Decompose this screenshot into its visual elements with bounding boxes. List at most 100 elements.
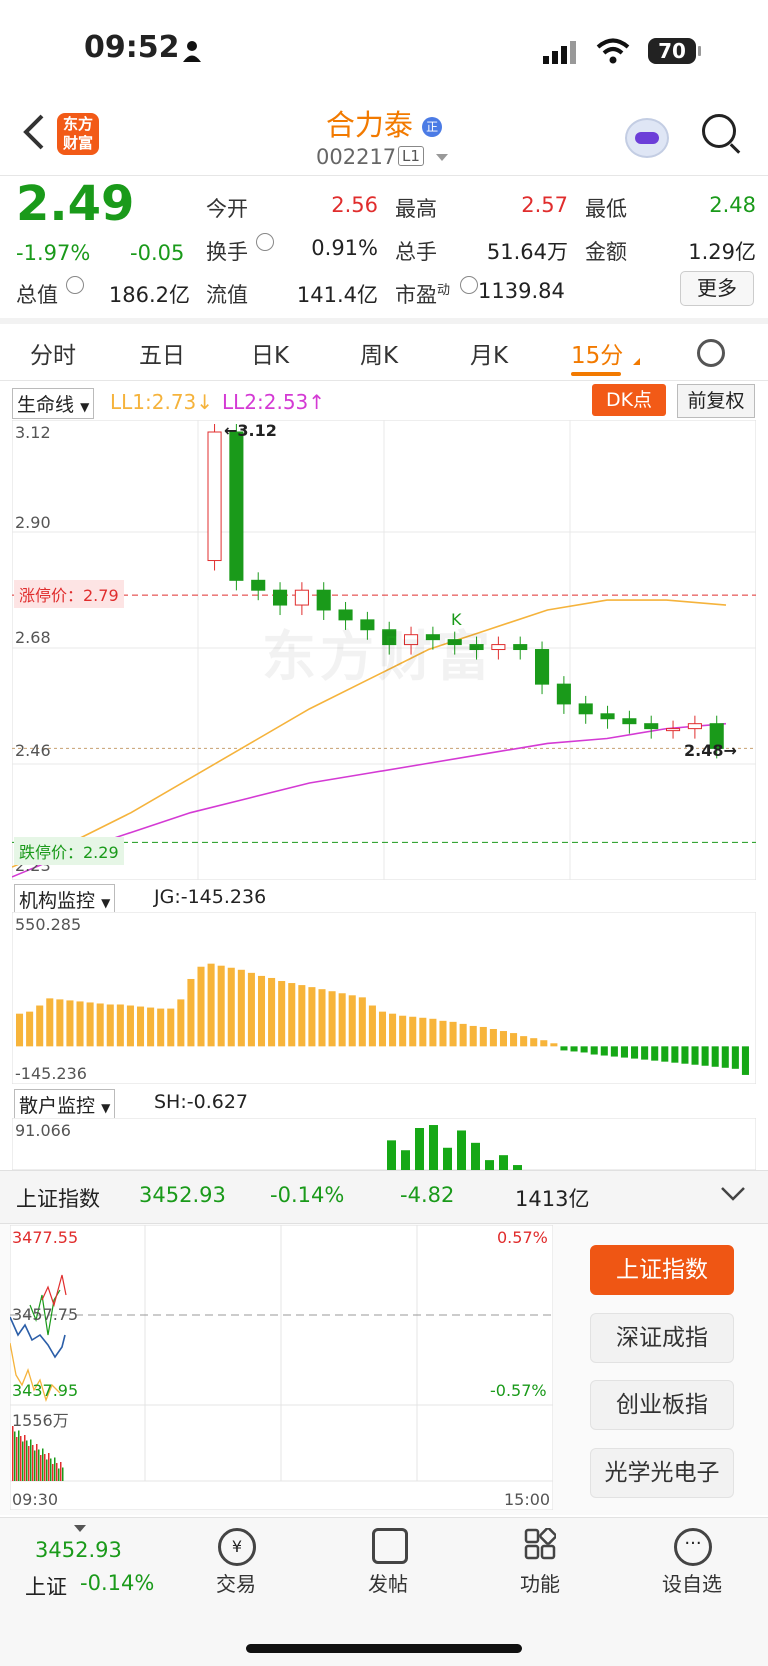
- info-icon[interactable]: [460, 276, 478, 294]
- index-volume-bar: [50, 1458, 52, 1481]
- pe-value: 1139.84: [478, 279, 565, 303]
- jg-bar: [459, 1023, 467, 1047]
- nav-watchlist[interactable]: 设自选: [642, 1568, 742, 1597]
- sh-top-label: 91.066: [15, 1121, 71, 1140]
- index-volume: 1556万: [12, 1411, 69, 1430]
- turnover-label: 换手: [206, 240, 248, 264]
- jg-bar: [520, 1036, 528, 1047]
- jg-bar: [711, 1046, 719, 1067]
- search-icon[interactable]: [702, 114, 736, 148]
- candle: [251, 579, 266, 591]
- index-button-sz[interactable]: 深证成指: [590, 1313, 734, 1363]
- collapse-icon[interactable]: [720, 1186, 746, 1206]
- battery-icon: 70: [648, 38, 696, 64]
- dk-point-button[interactable]: DK点: [592, 384, 666, 416]
- jg-bar: [409, 1016, 417, 1047]
- candle: [622, 718, 637, 725]
- index-volume-bar: [54, 1457, 56, 1481]
- index-volume-bar: [42, 1448, 44, 1481]
- info-icon[interactable]: [256, 233, 274, 251]
- jg-bar: [237, 969, 245, 1047]
- jg-bar: [701, 1046, 709, 1066]
- jg-bar: [348, 995, 356, 1047]
- index-volume-bar: [16, 1437, 18, 1481]
- index-y-high: 3477.55: [12, 1228, 79, 1247]
- jg-bar: [651, 1046, 659, 1061]
- sh-bar: [457, 1130, 466, 1170]
- sh-bar: [429, 1125, 438, 1170]
- candle: [535, 649, 550, 685]
- gear-icon[interactable]: [697, 339, 725, 367]
- tab-weekly-k[interactable]: 周K: [360, 336, 398, 370]
- jg-bar: [247, 972, 255, 1047]
- index-button-cyb[interactable]: 创业板指: [590, 1380, 734, 1430]
- person-icon: [182, 40, 202, 62]
- jg-bar: [116, 1004, 124, 1047]
- jg-bar: [681, 1046, 689, 1064]
- jg-bar: [358, 997, 366, 1047]
- low-label: 最低: [585, 197, 627, 221]
- jg-bar: [167, 1008, 175, 1047]
- jg-bar: [419, 1017, 427, 1047]
- chevron-down-icon[interactable]: [436, 154, 448, 161]
- sh-bar: [387, 1140, 396, 1170]
- info-icon[interactable]: [66, 276, 84, 294]
- volume-label: 总手: [395, 240, 437, 264]
- index-volume-bar: [60, 1462, 62, 1481]
- index-mini-chart[interactable]: [10, 1225, 553, 1510]
- nav-function[interactable]: 功能: [490, 1568, 590, 1597]
- stock-name-text: 合力泰: [325, 108, 413, 142]
- candle: [578, 703, 593, 715]
- signal-icon: [543, 40, 577, 68]
- jg-bar: [298, 985, 306, 1047]
- jg-bar: [530, 1038, 538, 1047]
- index-volume-bar: [56, 1463, 58, 1481]
- index-price: 3452.93: [139, 1183, 226, 1207]
- tab-15min[interactable]: 15分: [571, 336, 623, 370]
- index-button-sh[interactable]: 上证指数: [590, 1245, 734, 1295]
- jg-bar: [257, 975, 266, 1047]
- candle: [294, 589, 309, 606]
- more-button[interactable]: 更多: [680, 271, 754, 306]
- nav-trade[interactable]: 交易: [186, 1568, 286, 1597]
- sh-bar: [443, 1147, 452, 1170]
- trade-icon[interactable]: ¥: [218, 1528, 256, 1566]
- jg-bar: [399, 1015, 407, 1047]
- index-button-sector[interactable]: 光学光电子: [590, 1448, 734, 1498]
- jg-bar: [610, 1046, 618, 1057]
- tab-five-day[interactable]: 五日: [139, 336, 185, 370]
- jg-bar: [429, 1018, 437, 1047]
- index-volume-bar: [62, 1467, 64, 1481]
- index-volume-bar: [26, 1440, 28, 1481]
- tab-monthly-k[interactable]: 月K: [470, 336, 508, 370]
- jg-bar: [268, 977, 276, 1047]
- adjust-mode-button[interactable]: 前复权: [677, 384, 755, 418]
- index-volume-bar: [38, 1449, 40, 1481]
- jg-bar: [641, 1046, 649, 1060]
- post-icon[interactable]: [372, 1528, 408, 1564]
- index-pct-high: 0.57%: [497, 1228, 548, 1247]
- assistant-avatar-icon[interactable]: [625, 118, 669, 158]
- nav-post[interactable]: 发帖: [338, 1568, 438, 1597]
- jg-bar: [580, 1046, 588, 1053]
- jg-bar: [328, 991, 336, 1047]
- jg-bar: [489, 1028, 497, 1047]
- nav-index-price[interactable]: 3452.93: [35, 1538, 122, 1562]
- sh-indicator-select[interactable]: 散户监控 ▼: [14, 1089, 116, 1120]
- jg-bar: [96, 1003, 104, 1047]
- jg-bar: [469, 1025, 477, 1047]
- jg-indicator-select[interactable]: 机构监控 ▼: [14, 884, 116, 915]
- sh-bar: [401, 1150, 410, 1170]
- y-tick: 2.90: [15, 513, 51, 532]
- tab-daily-k[interactable]: 日K: [251, 336, 289, 370]
- tab-intraday[interactable]: 分时: [30, 336, 76, 370]
- jg-bar: [631, 1046, 639, 1059]
- watchlist-icon[interactable]: ···: [674, 1528, 712, 1566]
- jg-bar: [479, 1026, 487, 1047]
- index-volume-bar: [58, 1468, 60, 1481]
- amount-value: 1.29亿: [688, 240, 756, 264]
- index-bar[interactable]: [0, 1170, 768, 1224]
- jg-bar: [157, 1008, 165, 1047]
- function-icon[interactable]: [524, 1527, 557, 1564]
- indicator-select[interactable]: 生命线 ▼: [12, 388, 95, 419]
